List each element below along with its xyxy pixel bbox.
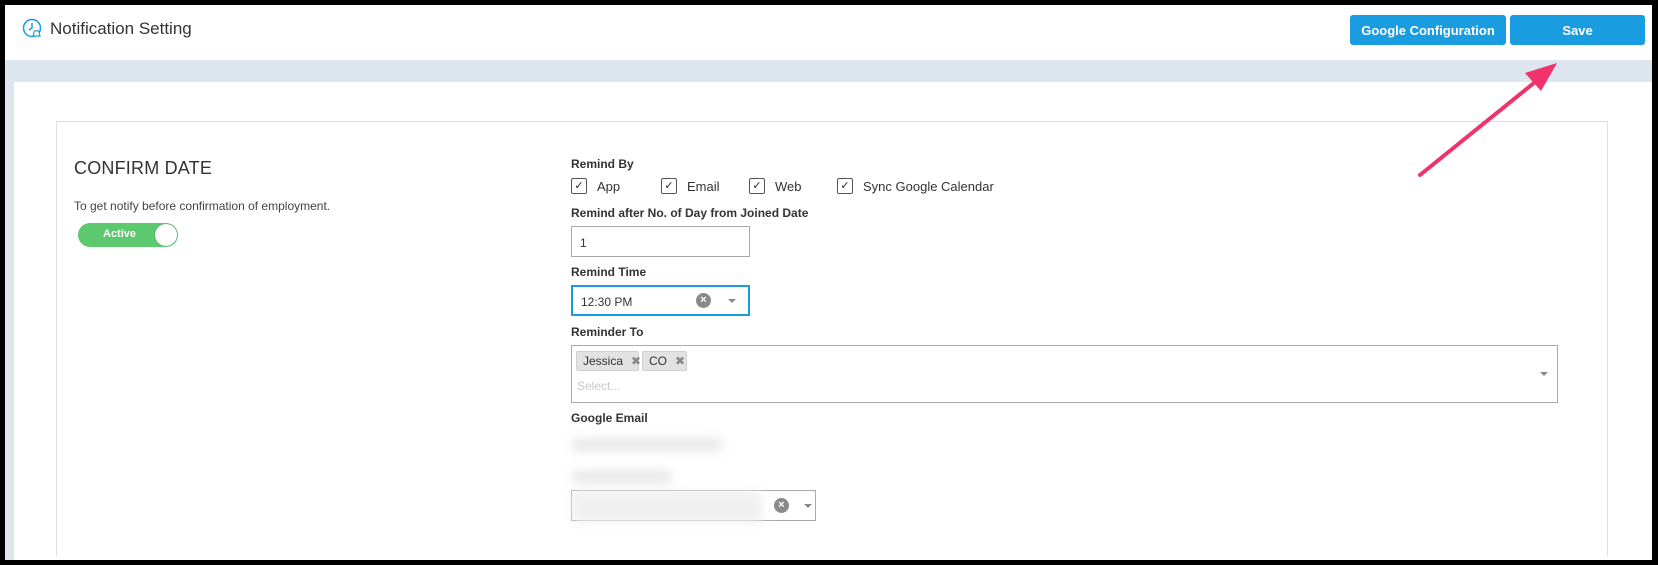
notification-card xyxy=(56,121,1608,556)
active-toggle[interactable]: Active xyxy=(78,223,178,247)
redacted-text xyxy=(572,470,672,484)
checkbox-app[interactable]: ✓ App xyxy=(571,178,620,194)
reminder-to-select[interactable]: Jessica ✖ CO ✖ Select... xyxy=(571,345,1558,403)
remind-after-label: Remind after No. of Day from Joined Date xyxy=(571,206,809,220)
page-title: Notification Setting xyxy=(50,19,192,38)
remind-time-select[interactable]: 12:30 PM × xyxy=(571,285,750,316)
remove-tag-icon[interactable]: ✖ xyxy=(675,354,685,368)
check-icon[interactable]: ✓ xyxy=(661,178,677,194)
chevron-down-icon[interactable] xyxy=(1540,372,1548,376)
section-description: To get notify before confirmation of emp… xyxy=(74,199,331,213)
header-bar: Notification Setting Google Configuratio… xyxy=(5,5,1652,60)
checkbox-web-label: Web xyxy=(775,178,802,194)
clear-icon[interactable]: × xyxy=(696,293,711,308)
clear-icon[interactable]: × xyxy=(774,498,789,513)
check-icon[interactable]: ✓ xyxy=(837,178,853,194)
google-email-label: Google Email xyxy=(571,411,648,425)
check-icon[interactable]: ✓ xyxy=(571,178,587,194)
redacted-text xyxy=(572,438,722,452)
checkbox-app-label: App xyxy=(597,178,621,194)
checkbox-web[interactable]: ✓ Web xyxy=(749,178,802,194)
check-icon[interactable]: ✓ xyxy=(749,178,765,194)
remind-time-value: 12:30 PM xyxy=(581,295,633,309)
save-button[interactable]: Save xyxy=(1510,15,1645,45)
toggle-knob xyxy=(155,224,177,246)
reminder-to-placeholder: Select... xyxy=(577,379,621,393)
chevron-down-icon[interactable] xyxy=(804,504,812,508)
remove-tag-icon[interactable]: ✖ xyxy=(631,354,641,368)
reminder-tag-jessica: Jessica ✖ xyxy=(576,351,641,371)
checkbox-email-label: Email xyxy=(687,178,720,194)
chevron-down-icon[interactable] xyxy=(728,299,736,303)
redacted-select[interactable]: × xyxy=(571,490,816,522)
checkbox-sync-google-calendar-label: Sync Google Calendar xyxy=(863,178,994,194)
google-configuration-button[interactable]: Google Configuration xyxy=(1350,15,1506,45)
tag-label: CO xyxy=(649,354,667,368)
toggle-label: Active xyxy=(103,228,137,240)
remind-by-label: Remind By xyxy=(571,157,634,171)
tag-label: Jessica xyxy=(583,354,624,368)
checkbox-sync-google-calendar[interactable]: ✓ Sync Google Calendar xyxy=(837,178,994,194)
notification-clock-icon xyxy=(22,18,42,38)
remind-time-label: Remind Time xyxy=(571,265,647,279)
remind-after-input[interactable]: 1 xyxy=(571,226,750,257)
page-title-group: Notification Setting xyxy=(22,18,192,40)
checkbox-email[interactable]: ✓ Email xyxy=(661,178,720,194)
reminder-to-label: Reminder To xyxy=(571,325,644,339)
redacted-text xyxy=(572,491,762,522)
remind-after-value: 1 xyxy=(580,236,587,250)
section-title: CONFIRM DATE xyxy=(74,158,213,178)
reminder-tag-co: CO ✖ xyxy=(642,351,687,371)
